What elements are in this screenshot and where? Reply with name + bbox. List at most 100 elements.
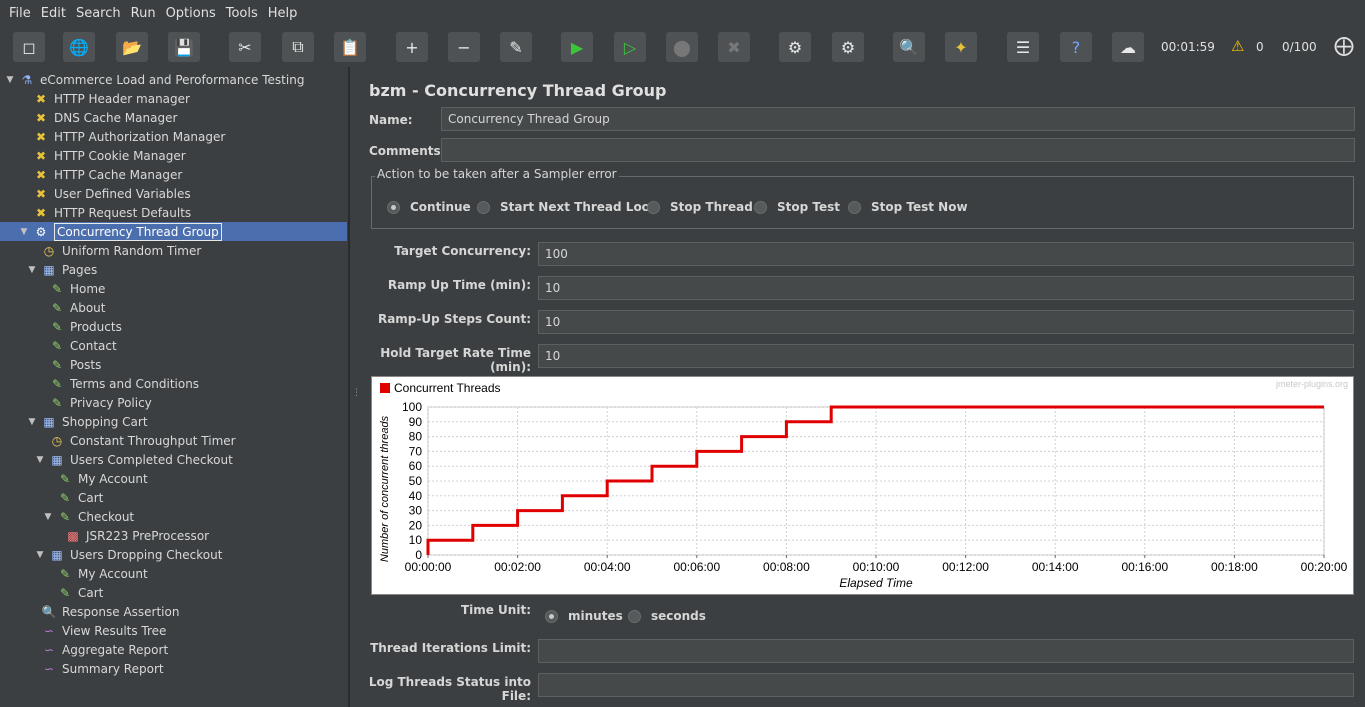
tree-node[interactable]: ▼ ▦ Shopping Cart — [26, 412, 148, 431]
comments-field[interactable] — [441, 138, 1355, 162]
name-field[interactable]: Concurrency Thread Group — [441, 107, 1355, 131]
function-helper-icon[interactable]: ☰ — [1007, 32, 1039, 62]
radio-button-icon[interactable] — [477, 200, 490, 214]
expand-toggle-icon[interactable]: ▼ — [26, 265, 38, 275]
menu-options[interactable]: Options — [161, 6, 221, 21]
error-action-radio[interactable]: Continue — [387, 200, 471, 214]
tree-node[interactable]: ✎ About — [34, 298, 106, 317]
radio-button-icon[interactable] — [545, 609, 558, 623]
tree-node[interactable]: ▼ ▦ Pages — [26, 260, 98, 279]
start-no-pause-icon[interactable]: ▷ — [614, 32, 646, 62]
tree-node-label: Checkout — [78, 509, 135, 524]
tree-node[interactable]: ✖ HTTP Cookie Manager — [18, 146, 186, 165]
menu-tools[interactable]: Tools — [221, 6, 263, 21]
tree-node[interactable]: ✖ User Defined Variables — [18, 184, 191, 203]
clear-all-icon[interactable]: ⚙ — [832, 32, 864, 62]
open-icon[interactable]: 📂 — [116, 32, 148, 62]
expand-toggle-icon[interactable]: ▼ — [4, 75, 16, 85]
templates-icon[interactable]: 🌐 — [63, 32, 95, 62]
expand-toggle-icon[interactable]: ▼ — [42, 512, 54, 522]
splitter[interactable] — [349, 67, 360, 707]
warning-icon[interactable]: ⚠ — [1231, 37, 1244, 55]
stop-icon[interactable]: ⬤ — [666, 32, 698, 62]
error-action-radio[interactable]: Stop Test Now — [848, 200, 968, 214]
expand-toggle-icon[interactable]: ▼ — [26, 417, 38, 427]
menu-file[interactable]: File — [4, 6, 36, 21]
tree-node[interactable]: ∽ Aggregate Report — [26, 640, 168, 659]
tree-node[interactable]: ▼ ✎ Checkout — [42, 507, 135, 526]
remote-all-icon[interactable]: ⨁ — [1334, 33, 1354, 57]
menu-help[interactable]: Help — [263, 6, 303, 21]
cut-icon[interactable]: ✂ — [229, 32, 261, 62]
log-threads-field[interactable] — [538, 673, 1354, 697]
tree-node[interactable]: ✎ Terms and Conditions — [34, 374, 199, 393]
expand-toggle-icon[interactable]: ▼ — [18, 227, 30, 237]
tree-node[interactable]: ✖ DNS Cache Manager — [18, 108, 177, 127]
y-axis-label: Number of concurrent threads — [379, 415, 391, 562]
error-action-radio[interactable]: Start Next Thread Loop — [477, 200, 659, 214]
paste-icon[interactable]: 📋 — [334, 32, 366, 62]
new-icon[interactable]: ◻ — [13, 32, 45, 62]
remote-icon[interactable]: ☁ — [1112, 32, 1144, 62]
tree-node[interactable]: ▼ ⚗ eCommerce Load and Peroformance Testin… — [4, 70, 305, 89]
tree-node[interactable]: ✎ Contact — [34, 336, 117, 355]
time-unit-radio[interactable]: seconds — [628, 609, 706, 623]
expand-toggle-icon[interactable]: ▼ — [34, 455, 46, 465]
tree-node[interactable]: ◷ Constant Throughput Timer — [34, 431, 236, 450]
tree-node[interactable]: ∽ View Results Tree — [26, 621, 166, 640]
tree-node[interactable]: ✎ Privacy Policy — [34, 393, 152, 412]
iterations-limit-field[interactable] — [538, 639, 1354, 663]
tree-node[interactable]: ✖ HTTP Cache Manager — [18, 165, 182, 184]
ramp-up-field[interactable]: 10 — [538, 276, 1354, 300]
toggle-icon[interactable]: ✎ — [500, 32, 532, 62]
toolbar: ◻ 🌐 📂 💾 ✂ ⧉ 📋 + − ✎ ▶ ▷ ⬤ ✖ ⚙ ⚙ 🔍 ✦ ☰ ? … — [0, 27, 1365, 67]
radio-label: seconds — [651, 609, 706, 623]
help-icon[interactable]: ? — [1060, 32, 1092, 62]
tree-node[interactable]: ▼ ▦ Users Dropping Checkout — [34, 545, 223, 564]
hold-time-field[interactable]: 10 — [538, 344, 1354, 368]
target-concurrency-field[interactable]: 100 — [538, 242, 1354, 266]
tree-node[interactable]: ✎ My Account — [42, 469, 148, 488]
expand-icon[interactable]: + — [396, 32, 428, 62]
time-unit-radio[interactable]: minutes — [545, 609, 623, 623]
start-icon[interactable]: ▶ — [561, 32, 593, 62]
tree-node[interactable]: ▼ ⚙ Concurrency Thread Group — [0, 222, 347, 241]
radio-button-icon[interactable] — [387, 200, 400, 214]
reset-search-icon[interactable]: ✦ — [945, 32, 977, 62]
assertion-icon: 🔍 — [41, 604, 57, 619]
splitter-grip-icon[interactable]: ⋮ — [352, 388, 361, 398]
error-action-radio[interactable]: Stop Test — [754, 200, 840, 214]
collapse-icon[interactable]: − — [448, 32, 480, 62]
tree-node[interactable]: ✎ Cart — [42, 488, 103, 507]
clear-icon[interactable]: ⚙ — [779, 32, 811, 62]
save-icon[interactable]: 💾 — [168, 32, 200, 62]
expand-toggle-icon[interactable]: ▼ — [34, 550, 46, 560]
ramp-up-steps-field[interactable]: 10 — [538, 310, 1354, 334]
search-icon[interactable]: 🔍 — [893, 32, 925, 62]
error-action-radio[interactable]: Stop Thread — [647, 200, 753, 214]
radio-button-icon[interactable] — [754, 200, 767, 214]
tree-node[interactable]: ▼ ▦ Users Completed Checkout — [34, 450, 233, 469]
tree-node[interactable]: ✖ HTTP Authorization Manager — [18, 127, 225, 146]
tree-node[interactable]: ▩ JSR223 PreProcessor — [50, 526, 209, 545]
shutdown-icon[interactable]: ✖ — [718, 32, 750, 62]
tree-node[interactable]: ✎ My Account — [42, 564, 148, 583]
menu-edit[interactable]: Edit — [36, 6, 71, 21]
copy-icon[interactable]: ⧉ — [282, 32, 314, 62]
tree-node[interactable]: ◷ Uniform Random Timer — [26, 241, 202, 260]
tree-node[interactable]: ✖ HTTP Request Defaults — [18, 203, 191, 222]
radio-button-icon[interactable] — [647, 200, 660, 214]
menu-run[interactable]: Run — [126, 6, 161, 21]
tree-node-label: JSR223 PreProcessor — [86, 528, 210, 543]
tree-node[interactable]: ∽ Summary Report — [26, 659, 164, 678]
tree-node[interactable]: ✎ Home — [34, 279, 105, 298]
tree-node[interactable]: 🔍 Response Assertion — [26, 602, 180, 621]
radio-button-icon[interactable] — [628, 609, 641, 623]
radio-button-icon[interactable] — [848, 200, 861, 214]
tree-node[interactable]: ✎ Cart — [42, 583, 103, 602]
tree-node[interactable]: ✎ Products — [34, 317, 122, 336]
tree-node[interactable]: ✎ Posts — [34, 355, 101, 374]
tree-node[interactable]: ✖ HTTP Header manager — [18, 89, 190, 108]
menu-search[interactable]: Search — [71, 6, 126, 21]
concurrency-chart: 0 10 20 30 40 50 60 70 80 90 100 00:00:00 00:02:00 00… — [371, 376, 1354, 595]
